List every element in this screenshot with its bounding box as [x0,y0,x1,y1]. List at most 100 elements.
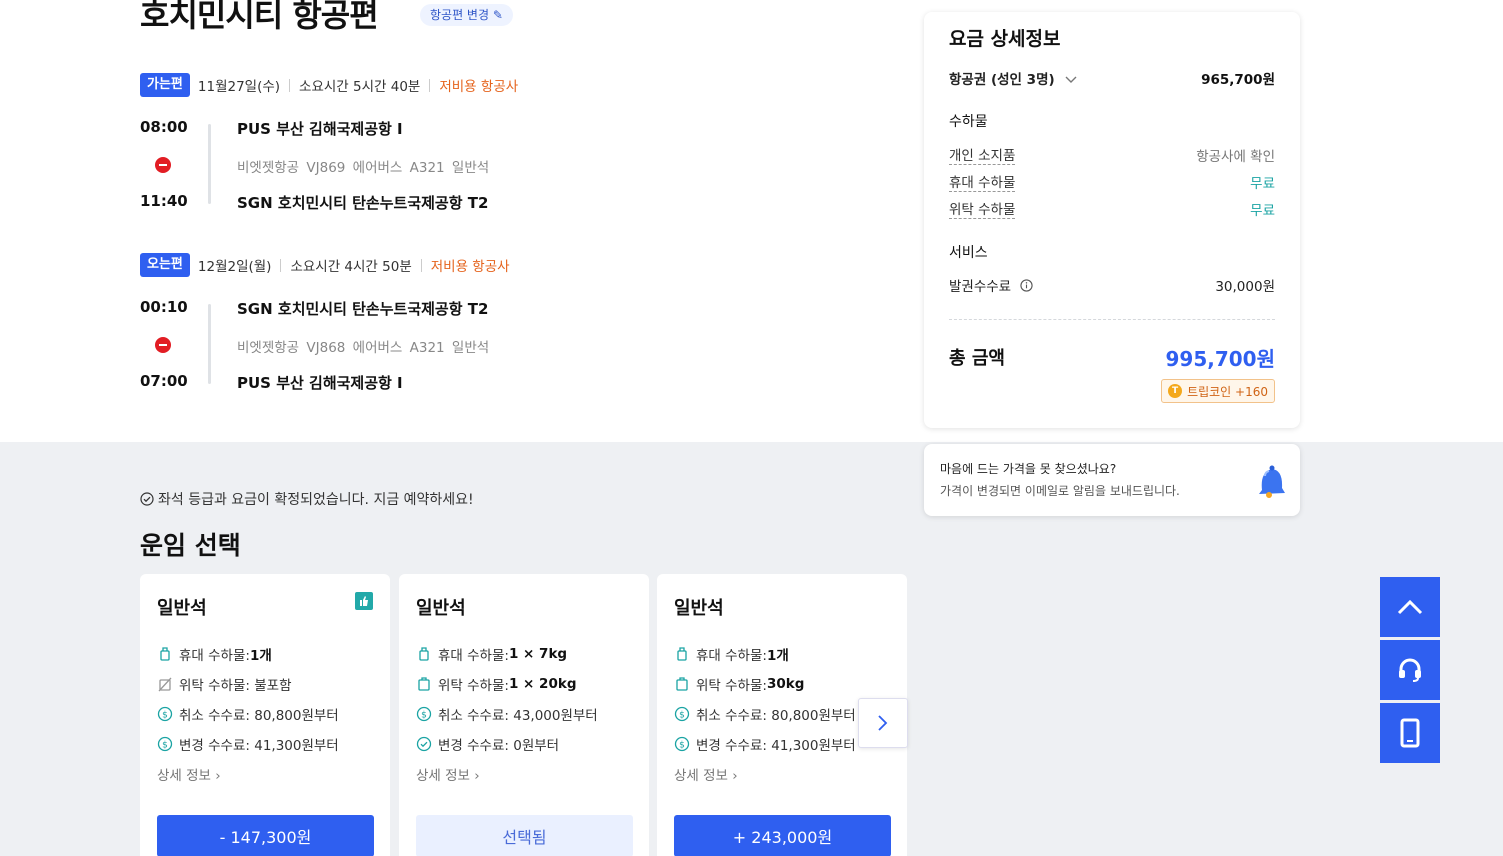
carry-on-row: 휴대 수하물 무료 [949,171,1275,192]
select-fare-button[interactable]: - 147,300원 [157,815,374,856]
inbound-flight-info: 비엣젯항공 VJ868 에어버스 A321 일반석 [237,340,490,356]
mobile-app-button[interactable] [1380,703,1440,763]
feature-label: 휴대 수하물: [696,648,767,664]
feature-cancel-fee: $ 취소 수수료: 80,800원부터 [157,704,339,724]
confirm-text: 좌석 등급과 요금이 확정되었습니다. 지금 예약하세요! [158,492,474,508]
personal-item-row: 개인 소지품 항공사에 확인 [949,144,1275,165]
feature-change-fee: $ 변경 수수료: 41,300원부터 [674,734,856,754]
vietjet-logo-icon [155,337,171,353]
outbound-lowcost-label: 저비용 항공사 [439,79,519,95]
inbound-header: 오는편 12월2일(월) 소요시간 4시간 50분 저비용 항공사 [140,252,510,278]
timeline-line [208,124,211,204]
outbound-dep-airport: PUS 부산 김해국제공항 I [237,120,403,138]
change-flight-button[interactable]: 항공편 변경 ✎ [420,4,513,26]
details-link[interactable]: 상세 정보 › [416,764,480,784]
chevron-right-icon: › [732,768,738,784]
feature-checked: 위탁 수하물: 1 × 20kg [416,674,577,694]
feature-cancel-fee: $ 취소 수수료: 80,800원부터 [674,704,856,724]
ticket-row: 항공권 (성인 3명) 965,700원 [949,68,1275,88]
feature-label: 취소 수수료: 80,800원부터 [696,708,856,724]
dollar-icon: $ [674,706,690,722]
timeline-line [208,304,211,384]
no-checked-bag-icon [158,677,172,692]
fare-details-title: 요금 상세정보 [949,28,1061,50]
ticketing-fee-wrap: 발권수수료 [949,275,1033,295]
feature-label: 취소 수수료: 80,800원부터 [179,708,339,724]
chevron-right-icon: › [215,768,221,784]
details-link[interactable]: 상세 정보 › [674,764,738,784]
details-label: 상세 정보 [416,768,470,784]
checked-baggage-value: 무료 [1250,202,1275,219]
price-alert-title: 마음에 드는 가격을 못 찾으셨나요? [940,462,1117,476]
inbound-tag: 오는편 [140,253,190,277]
dollar-icon: $ [416,706,432,722]
chevron-right-icon: › [474,768,480,784]
page-title: 호치민시티 항공편 [140,0,379,34]
carry-on-bag-icon [160,647,170,661]
outbound-duration: 소요시간 5시간 40분 [299,79,421,95]
feature-cancel-fee: $ 취소 수수료: 43,000원부터 [416,704,598,724]
outbound-arr-airport: SGN 호치민시티 탄손누트국제공항 T2 [237,194,489,212]
feature-value: 1 × 20kg [508,676,577,692]
checked-baggage-label[interactable]: 위탁 수하물 [949,198,1016,219]
inbound-leg: 오는편 12월2일(월) 소요시간 4시간 50분 저비용 항공사 00:10 … [140,252,860,432]
price-alert-card[interactable]: 마음에 드는 가격을 못 찾으셨나요? 가격이 변경되면 이메일로 알림을 보내… [924,444,1300,516]
checked-bag-icon [676,677,688,691]
inbound-lowcost-label: 저비용 항공사 [430,259,510,275]
info-icon[interactable] [1020,278,1033,292]
svg-text:$: $ [679,741,685,751]
divider [949,319,1275,320]
next-fares-button[interactable] [858,698,908,748]
carry-on-label[interactable]: 휴대 수하물 [949,171,1016,192]
feature-label: 휴대 수하물: [179,648,250,664]
fare-card: 일반석 휴대 수하물: 1개 위탁 수하물: 불포함 $ 취소 수수료: 80,… [140,574,390,856]
feature-change-fee: $ 변경 수수료: 41,300원부터 [157,734,339,754]
inbound-dep-airport: SGN 호치민시티 탄손누트국제공항 T2 [237,300,489,318]
select-fare-button[interactable]: + 243,000원 [674,815,891,856]
selected-fare-button[interactable]: 선택됨 [416,815,633,856]
vietjet-logo-icon [155,157,171,173]
checked-bag-icon [418,677,430,691]
scroll-top-button[interactable] [1380,577,1440,637]
feature-carry-on: 휴대 수하물: 1개 [674,644,789,664]
outbound-arr-time: 11:40 [140,192,188,210]
check-circle-icon [140,492,154,506]
fare-card-title: 일반석 [157,598,207,619]
feature-label: 휴대 수하물: [438,648,509,664]
feature-label: 위탁 수하물: 불포함 [179,678,292,694]
fare-card-title: 일반석 [674,598,724,619]
feature-label: 위탁 수하물: [438,678,509,694]
customer-support-button[interactable] [1380,640,1440,700]
fare-details-panel: 요금 상세정보 항공권 (성인 3명) 965,700원 수하물 개인 소지품 … [924,12,1300,428]
outbound-header: 가는편 11월27일(수) 소요시간 5시간 40분 저비용 항공사 [140,72,518,98]
feature-value: 1 × 7kg [508,646,568,662]
feature-checked: 위탁 수하물: 불포함 [157,674,292,694]
ticket-price: 965,700원 [1201,72,1275,88]
thumbs-up-icon [355,592,373,610]
total-label: 총 금액 [949,348,1005,369]
ticket-toggle[interactable]: 항공권 (성인 3명) [949,68,1077,88]
feature-label: 변경 수수료: 41,300원부터 [696,738,856,754]
feature-label: 변경 수수료: 0원부터 [438,738,560,754]
outbound-leg: 가는편 11월27일(수) 소요시간 5시간 40분 저비용 항공사 08:00… [140,72,860,252]
details-link[interactable]: 상세 정보 › [157,764,221,784]
svg-text:$: $ [162,741,168,751]
details-label: 상세 정보 [157,768,211,784]
trip-coin-label: 트립코인 +160 [1187,384,1268,399]
divider [280,258,282,272]
personal-item-label[interactable]: 개인 소지품 [949,144,1016,165]
fare-section-title: 운임 선택 [140,531,241,560]
outbound-dep-time: 08:00 [140,118,188,136]
checked-baggage-row: 위탁 수하물 무료 [949,198,1275,219]
feature-carry-on: 휴대 수하물: 1개 [157,644,272,664]
feature-value: 1개 [766,648,789,664]
personal-item-value: 항공사에 확인 [1196,148,1275,165]
inbound-arr-airport: PUS 부산 김해국제공항 I [237,374,403,392]
service-section-label: 서비스 [949,245,988,261]
carry-on-bag-icon [419,647,429,661]
chevron-down-icon [1065,76,1077,83]
fare-card-title: 일반석 [416,598,466,619]
pencil-icon: ✎ [492,8,503,22]
feature-change-fee: 변경 수수료: 0원부터 [416,734,559,754]
inbound-arr-time: 07:00 [140,372,188,390]
